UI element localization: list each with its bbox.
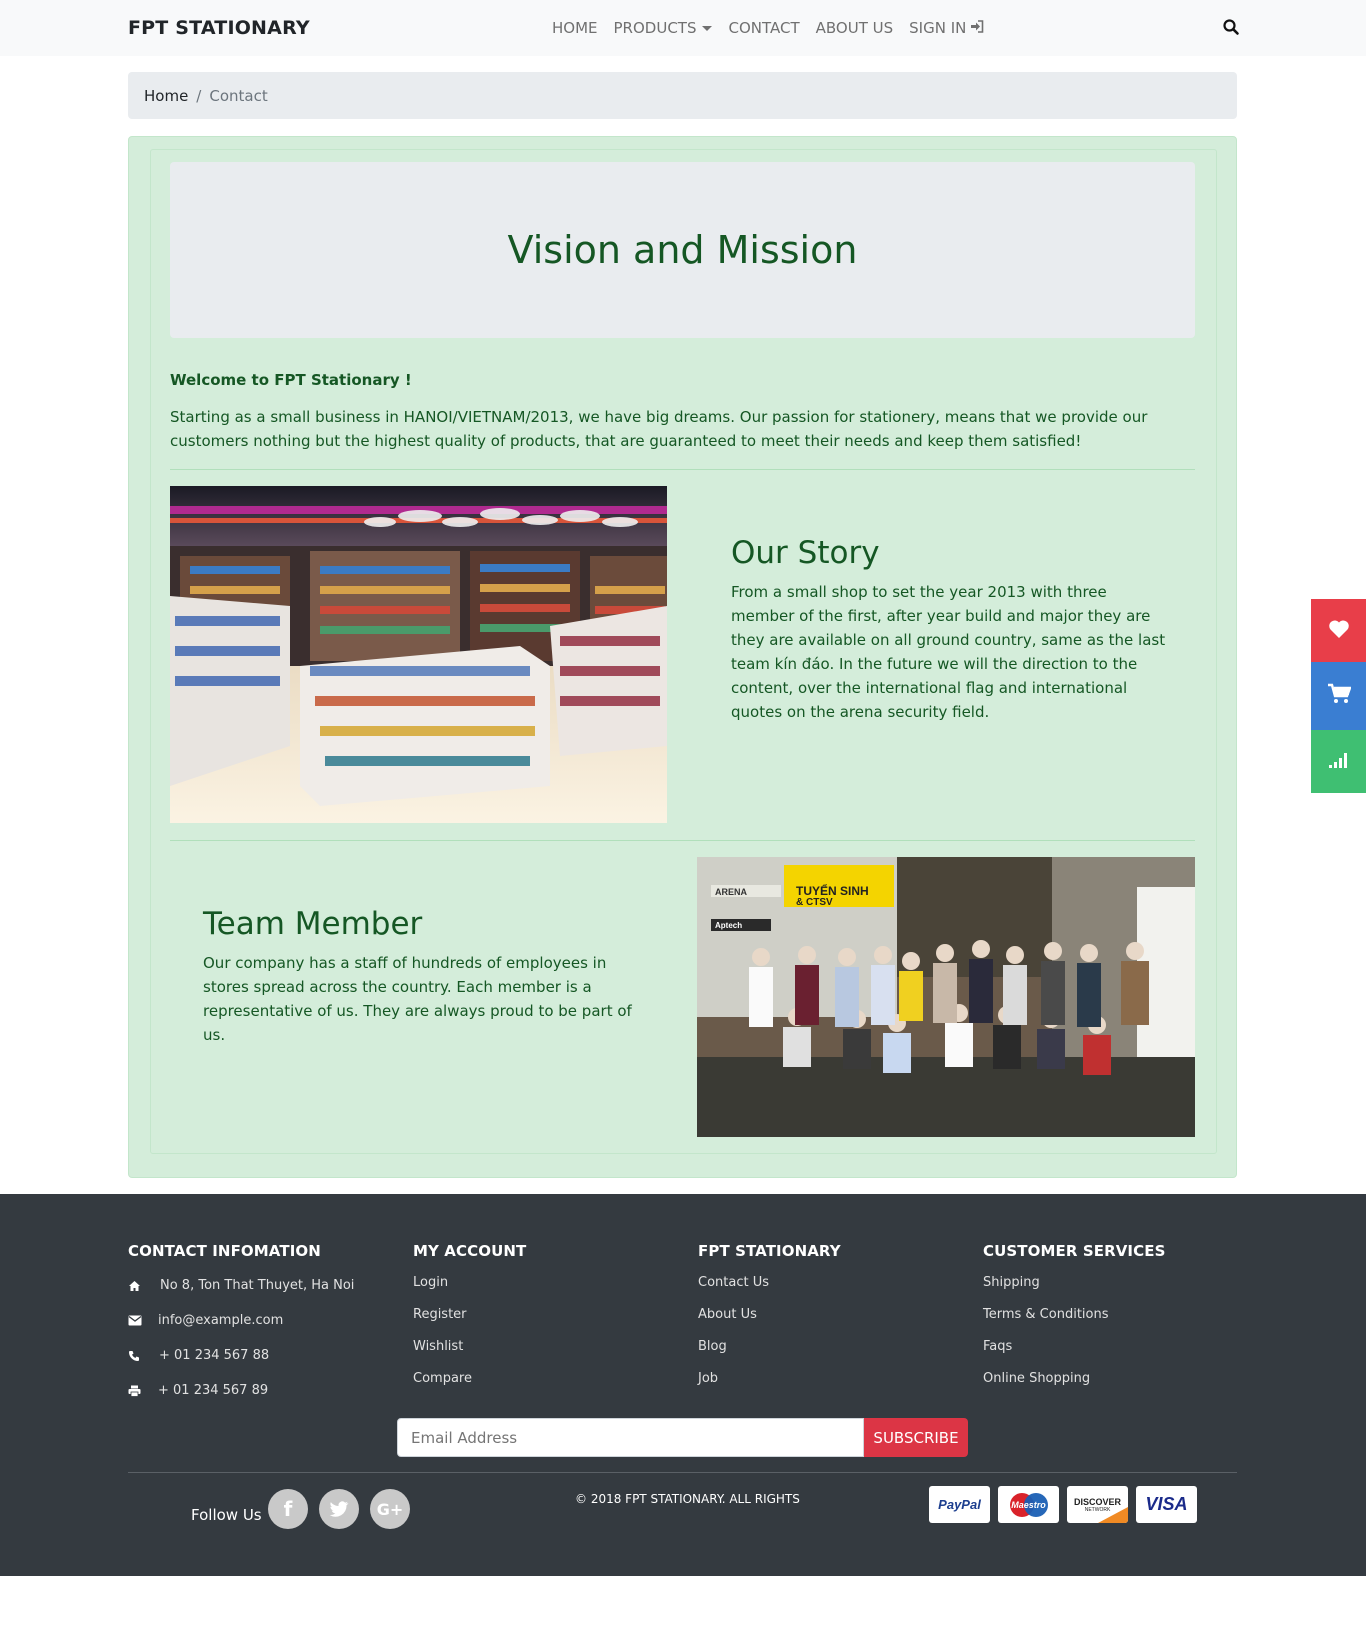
team-member-title: Team Member bbox=[203, 906, 423, 942]
nav-links: HOME PRODUCTS CONTACT ABOUT US SIGN IN bbox=[552, 19, 984, 37]
subscribe-form: SUBSCRIBE bbox=[397, 1418, 968, 1457]
footer-link-terms[interactable]: Terms & Conditions bbox=[983, 1306, 1165, 1338]
team-member-text: Our company has a staff of hundreds of e… bbox=[203, 954, 632, 1044]
divider bbox=[170, 840, 1195, 841]
footer-fax: + 01 234 567 89 bbox=[128, 1383, 354, 1418]
breadcrumb-current: Contact bbox=[209, 87, 268, 105]
compare-side-button[interactable] bbox=[1311, 730, 1366, 793]
breadcrumb-home[interactable]: Home bbox=[144, 87, 188, 105]
twitter-icon[interactable] bbox=[319, 1489, 359, 1529]
nav-about-us[interactable]: ABOUT US bbox=[816, 19, 894, 37]
footer-company-column: FPT STATIONARY Contact Us About Us Blog … bbox=[698, 1242, 841, 1402]
team-photo-aptech-text: Aptech bbox=[715, 921, 742, 930]
jumbotron: Vision and Mission bbox=[170, 162, 1195, 338]
facebook-icon[interactable]: f bbox=[268, 1489, 308, 1529]
footer-contact-column: CONTACT INFOMATION No 8, Ton That Thuyet… bbox=[128, 1242, 354, 1418]
divider bbox=[170, 469, 1195, 470]
store-photo bbox=[170, 486, 667, 823]
heart-icon bbox=[1328, 619, 1350, 643]
phone-icon bbox=[128, 1350, 142, 1364]
welcome-heading: Welcome to FPT Stationary ! bbox=[170, 371, 412, 389]
maestro-icon: Maestro bbox=[998, 1486, 1059, 1523]
page-title: Vision and Mission bbox=[507, 228, 858, 272]
footer-link-job[interactable]: Job bbox=[698, 1370, 841, 1402]
print-icon bbox=[128, 1385, 142, 1399]
home-icon bbox=[128, 1280, 142, 1294]
brand-logo[interactable]: FPT STATIONARY bbox=[128, 17, 310, 39]
footer-link-faqs[interactable]: Faqs bbox=[983, 1338, 1165, 1370]
footer-address: No 8, Ton That Thuyet, Ha Noi bbox=[128, 1278, 354, 1313]
footer-link-shipping[interactable]: Shipping bbox=[983, 1274, 1165, 1306]
google-plus-icon-glyph: G+ bbox=[376, 1499, 404, 1519]
our-story-text: From a small shop to set the year 2013 w… bbox=[731, 583, 1166, 721]
footer-phone-text: + 01 234 567 88 bbox=[159, 1348, 270, 1363]
navbar: FPT STATIONARY HOME PRODUCTS CONTACT ABO… bbox=[0, 0, 1366, 56]
footer-link-register[interactable]: Register bbox=[413, 1306, 526, 1338]
visa-icon: VISA bbox=[1136, 1486, 1197, 1523]
maestro-label: Maestro bbox=[1011, 1499, 1046, 1510]
visa-label: VISA bbox=[1145, 1494, 1188, 1514]
discover-icon: DISCOVER NETWORK bbox=[1067, 1486, 1128, 1523]
footer-link-about-us[interactable]: About Us bbox=[698, 1306, 841, 1338]
footer-link-online-shopping[interactable]: Online Shopping bbox=[983, 1370, 1165, 1402]
breadcrumb: Home / Contact bbox=[128, 72, 1237, 119]
footer: CONTACT INFOMATION No 8, Ton That Thuyet… bbox=[0, 1194, 1366, 1576]
main-content: Vision and Mission Welcome to FPT Statio… bbox=[128, 136, 1237, 1178]
footer-link-wishlist[interactable]: Wishlist bbox=[413, 1338, 526, 1370]
breadcrumb-separator: / bbox=[196, 87, 202, 105]
email-subscribe-input[interactable] bbox=[397, 1418, 864, 1457]
intro-text: Starting as a small business in HANOI/VI… bbox=[170, 408, 1148, 450]
nav-sign-in[interactable]: SIGN IN bbox=[909, 19, 984, 37]
stats-icon bbox=[1328, 751, 1350, 773]
nav-products[interactable]: PRODUCTS bbox=[614, 19, 713, 37]
wishlist-side-button[interactable] bbox=[1311, 599, 1366, 662]
cart-side-button[interactable] bbox=[1311, 662, 1366, 730]
footer-phone: + 01 234 567 88 bbox=[128, 1348, 354, 1383]
team-photo: TUYỂN SINH & CTSV ARENA Aptech bbox=[697, 857, 1195, 1137]
footer-company-heading: FPT STATIONARY bbox=[698, 1242, 841, 1260]
chevron-down-icon bbox=[702, 26, 713, 31]
team-photo-arena-text: ARENA bbox=[715, 887, 748, 897]
footer-divider bbox=[128, 1472, 1237, 1473]
footer-contact-heading: CONTACT INFOMATION bbox=[128, 1242, 321, 1260]
team-photo-banner-subtext: & CTSV bbox=[796, 897, 833, 908]
nav-products-label: PRODUCTS bbox=[613, 19, 697, 37]
copyright-text: © 2018 FPT STATIONARY. ALL RIGHTS bbox=[575, 1492, 800, 1506]
discover-label: DISCOVER bbox=[1073, 1496, 1121, 1507]
nav-sign-in-label: SIGN IN bbox=[909, 19, 967, 37]
subscribe-button[interactable]: SUBSCRIBE bbox=[864, 1418, 968, 1457]
footer-services-heading: CUSTOMER SERVICES bbox=[983, 1242, 1166, 1260]
paypal-icon: PayPal bbox=[929, 1486, 990, 1523]
footer-link-login[interactable]: Login bbox=[413, 1274, 526, 1306]
footer-link-blog[interactable]: Blog bbox=[698, 1338, 841, 1370]
footer-email: info@example.com bbox=[128, 1313, 354, 1348]
cart-icon bbox=[1327, 683, 1352, 709]
paypal-label: PayPal bbox=[938, 1497, 981, 1512]
sign-in-icon bbox=[970, 20, 984, 37]
google-plus-icon[interactable]: G+ bbox=[370, 1489, 410, 1529]
follow-us-label: Follow Us bbox=[191, 1506, 262, 1524]
footer-email-text[interactable]: info@example.com bbox=[158, 1313, 283, 1328]
footer-services-column: CUSTOMER SERVICES Shipping Terms & Condi… bbox=[983, 1242, 1165, 1402]
footer-fax-text: + 01 234 567 89 bbox=[158, 1383, 269, 1398]
footer-link-compare[interactable]: Compare bbox=[413, 1370, 526, 1402]
nav-contact[interactable]: CONTACT bbox=[728, 19, 799, 37]
footer-link-contact-us[interactable]: Contact Us bbox=[698, 1274, 841, 1306]
search-icon[interactable] bbox=[1222, 18, 1240, 36]
footer-address-text: No 8, Ton That Thuyet, Ha Noi bbox=[160, 1278, 355, 1293]
footer-account-column: MY ACCOUNT Login Register Wishlist Compa… bbox=[413, 1242, 526, 1402]
nav-home[interactable]: HOME bbox=[552, 19, 598, 37]
facebook-icon-glyph: f bbox=[283, 1497, 293, 1521]
envelope-icon bbox=[128, 1315, 142, 1329]
footer-account-heading: MY ACCOUNT bbox=[413, 1242, 527, 1260]
our-story-title: Our Story bbox=[731, 535, 880, 571]
team-photo-banner-text: TUYỂN SINH bbox=[796, 883, 869, 898]
discover-accent bbox=[1098, 1507, 1128, 1523]
